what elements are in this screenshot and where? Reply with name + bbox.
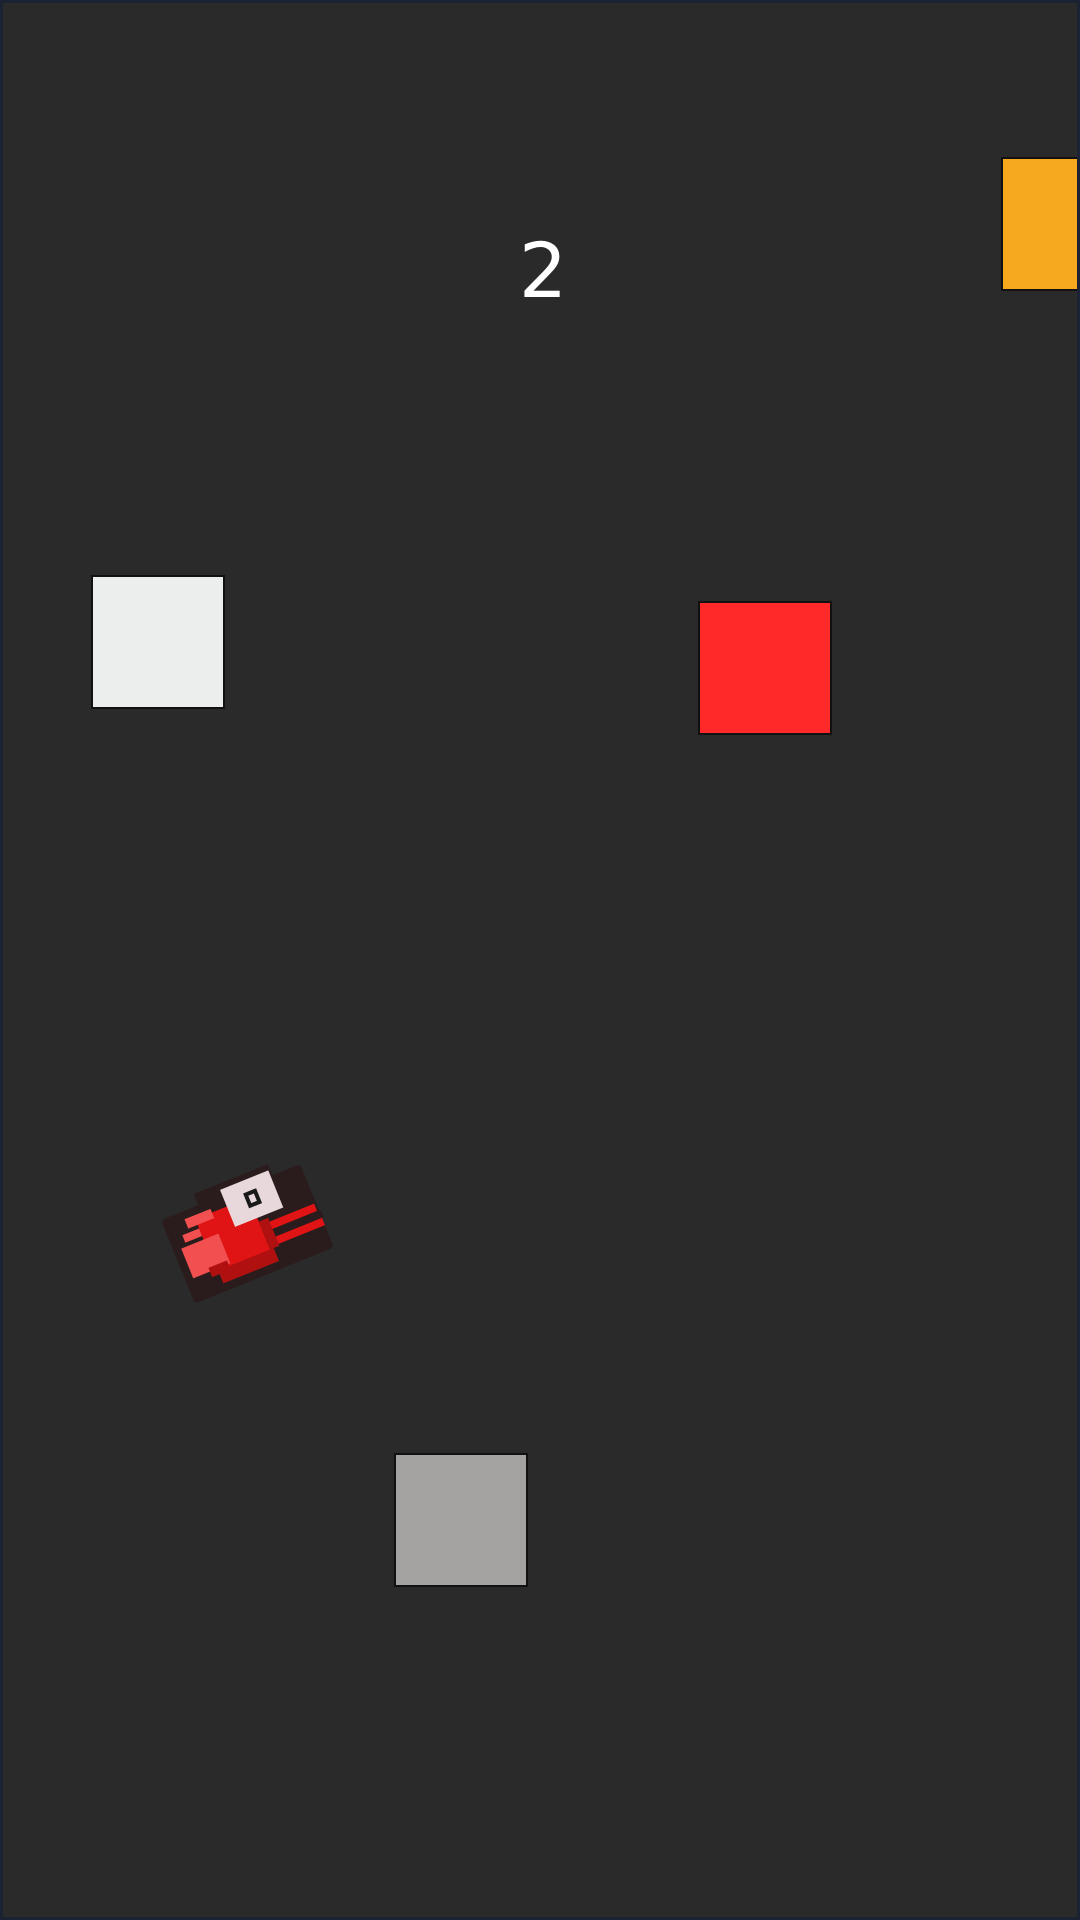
score-display: 2: [518, 226, 568, 315]
red-block: [698, 601, 832, 735]
game-canvas[interactable]: 2: [0, 0, 1080, 1920]
gray-block: [394, 1453, 528, 1587]
bird-icon: [162, 1164, 333, 1303]
orange-block: [1001, 157, 1077, 291]
white-block: [91, 575, 225, 709]
player-bird: [141, 1141, 341, 1321]
